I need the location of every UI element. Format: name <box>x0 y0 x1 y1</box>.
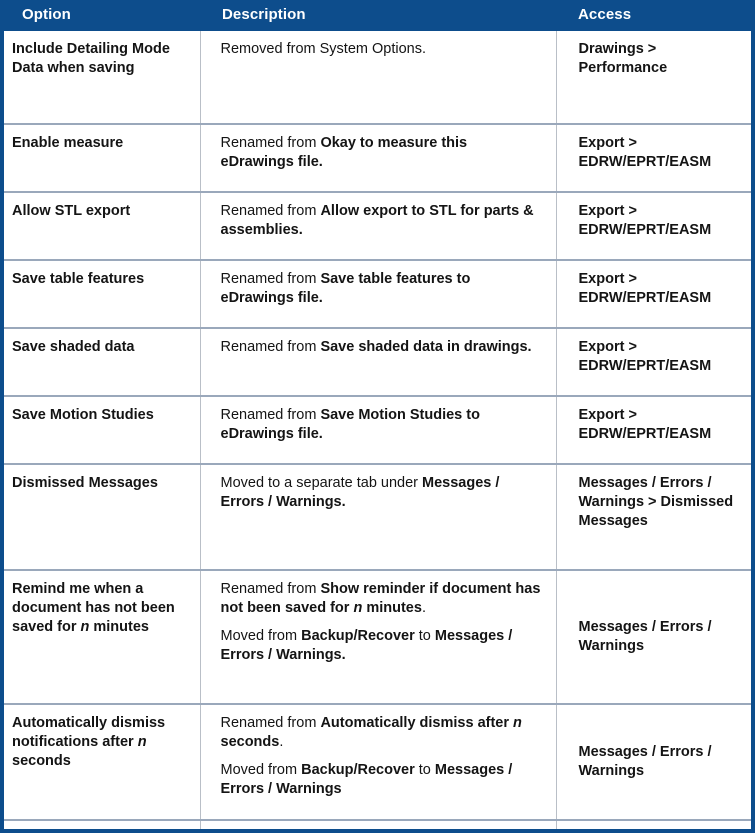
column-header-description: Description <box>200 0 556 31</box>
cell-option: Dismissed Messages <box>4 464 201 570</box>
cell-access: Messages / Errors / Warnings <box>556 570 751 704</box>
cell-access: Export > EDRW/EPRT/EASM <box>556 124 751 192</box>
cell-description: Renamed from Save Motion Studies to eDra… <box>200 396 557 464</box>
table-row: Save table features Renamed from Save tab… <box>4 260 751 328</box>
cell-option: Save shaded data <box>4 328 201 396</box>
cell-access: Messages / Errors / Warnings <box>556 820 751 829</box>
cell-access: Messages / Errors / Warnings <box>556 704 751 820</box>
table-body: Include Detailing Mode Data when saving R… <box>4 31 751 829</box>
options-comparison-table: Option Description Access Include Detail… <box>4 0 751 829</box>
table-header-row: Option Description Access <box>4 0 751 31</box>
cell-description: Renamed from Okay to measure this eDrawi… <box>200 124 557 192</box>
cell-description: Renamed from Show reminder if document h… <box>200 570 557 704</box>
cell-option: Include Detailing Mode Data when saving <box>4 31 201 124</box>
cell-access: Export > EDRW/EPRT/EASM <box>556 260 751 328</box>
cell-access: Export > EDRW/EPRT/EASM <box>556 396 751 464</box>
cell-description: Moved to a separate tab under Messages /… <box>200 464 557 570</box>
cell-option: Allow STL export <box>4 192 201 260</box>
table-row: Include Detailing Mode Data when saving R… <box>4 31 751 124</box>
cell-description: Renamed from Allow export to STL for par… <box>200 192 557 260</box>
table-row: Save shaded data Renamed from Save shaded… <box>4 328 751 396</box>
table-header: Option Description Access <box>4 0 751 31</box>
table-row: Enable measure Renamed from Okay to measu… <box>4 124 751 192</box>
cell-option: When rebuild error occurs <box>4 820 201 829</box>
column-header-option: Option <box>4 0 200 31</box>
cell-access: Export > EDRW/EPRT/EASM <box>556 192 751 260</box>
table-row: Dismissed Messages Moved to a separate ta… <box>4 464 751 570</box>
cell-description: Renamed from Save table features to eDra… <box>200 260 557 328</box>
cell-description: Renamed from Save shaded data in drawing… <box>200 328 557 396</box>
cell-access: Drawings > Performance <box>556 31 751 124</box>
table-row: When rebuild error occursMoved from Gene… <box>4 820 751 829</box>
cell-option: Save Motion Studies <box>4 396 201 464</box>
cell-description: Renamed from Automatically dismiss after… <box>200 704 557 820</box>
cell-option: Automatically dismiss notifications afte… <box>4 704 201 820</box>
table-row: Automatically dismiss notifications afte… <box>4 704 751 820</box>
column-header-access: Access <box>556 0 751 31</box>
cell-option: Enable measure <box>4 124 201 192</box>
options-table-frame: Option Description Access Include Detail… <box>0 0 755 833</box>
cell-option: Save table features <box>4 260 201 328</box>
cell-access: Export > EDRW/EPRT/EASM <box>556 328 751 396</box>
table-row: Remind me when a document has not been s… <box>4 570 751 704</box>
cell-description: Removed from System Options. <box>200 31 557 124</box>
table-row: Save Motion Studies Renamed from Save Mot… <box>4 396 751 464</box>
table-row: Allow STL export Renamed from Allow expor… <box>4 192 751 260</box>
cell-access: Messages / Errors / Warnings > Dismissed… <box>556 464 751 570</box>
cell-option: Remind me when a document has not been s… <box>4 570 201 704</box>
cell-description: Moved from General to Messages / Errors … <box>200 820 557 829</box>
